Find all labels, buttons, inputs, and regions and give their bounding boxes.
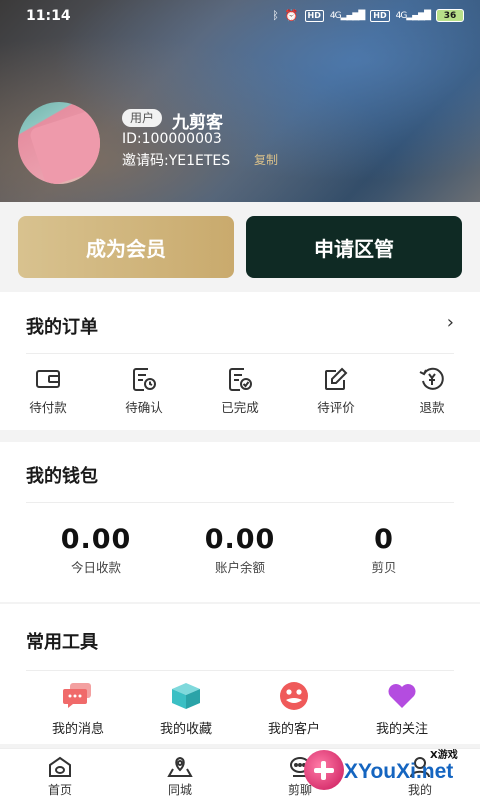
- customer-icon: [280, 682, 308, 710]
- user-id: ID:100000003: [122, 131, 222, 147]
- pending-confirm-icon: [133, 368, 156, 391]
- heart-icon: [388, 684, 416, 708]
- wallet-today-income[interactable]: 0.00 今日收款: [16, 524, 176, 576]
- orders-title: 我的订单: [26, 317, 98, 338]
- tool-label: 我的关注: [375, 722, 428, 737]
- wallet-jianbei[interactable]: 0 剪贝: [304, 524, 464, 576]
- wallet-label: 账户余额: [214, 560, 265, 575]
- status-time: 11:14: [26, 8, 71, 24]
- watermark-logo: X游戏 XYouXi.net: [304, 746, 474, 800]
- copy-invite-button[interactable]: 复制: [254, 151, 278, 168]
- box-icon: [172, 683, 200, 709]
- location-icon: [167, 756, 193, 777]
- wallet-title: 我的钱包: [26, 466, 98, 487]
- watermark-small-text: X游戏: [430, 750, 458, 761]
- tool-label: 我的客户: [267, 722, 320, 737]
- battery-icon: 36: [436, 9, 464, 22]
- tool-messages[interactable]: 我的消息: [18, 680, 138, 737]
- completed-icon: [229, 368, 252, 391]
- order-pending-review[interactable]: 待评价: [288, 365, 384, 416]
- review-icon: [325, 367, 348, 390]
- wallet-value: 0.00: [204, 524, 276, 555]
- wallet-card: 我的钱包 0.00 今日收款 0.00 账户余额 0 剪贝: [0, 442, 480, 602]
- refund-icon: [419, 367, 444, 390]
- apply-manager-button[interactable]: 申请区管: [246, 216, 462, 278]
- role-badge: 用户: [122, 109, 163, 127]
- order-label: 退款: [419, 400, 445, 415]
- tool-follows[interactable]: 我的关注: [342, 680, 462, 737]
- hd-icon-2: HD: [370, 9, 390, 22]
- profile-header: 11:14 ᛒ ⏰ HD 4G▂▄▆█ HD 4G▂▄▆█ 36 用户 九剪客 …: [0, 0, 480, 202]
- signal-icon: 4G▂▄▆█: [329, 10, 365, 21]
- order-label: 待评价: [317, 400, 355, 415]
- wallet-balance[interactable]: 0.00 账户余额: [160, 524, 320, 576]
- home-icon: [49, 756, 71, 777]
- divider: [26, 502, 454, 503]
- nav-label: 首页: [47, 783, 72, 797]
- orders-chevron-right-icon[interactable]: ›: [447, 312, 454, 333]
- avatar[interactable]: [18, 102, 100, 184]
- order-completed[interactable]: 已完成: [192, 365, 288, 416]
- invite-code: 邀请码:YE1ETES: [122, 153, 231, 169]
- status-bar: 11:14 ᛒ ⏰ HD 4G▂▄▆█ HD 4G▂▄▆█ 36: [0, 0, 480, 32]
- become-member-button[interactable]: 成为会员: [18, 216, 234, 278]
- tool-customers[interactable]: 我的客户: [234, 680, 354, 737]
- tool-favorites[interactable]: 我的收藏: [126, 680, 246, 737]
- divider: [26, 670, 454, 671]
- wallet-label: 今日收款: [70, 560, 121, 575]
- order-label: 待确认: [125, 400, 163, 415]
- bluetooth-icon: ᛒ: [272, 8, 279, 22]
- nav-local[interactable]: 同城: [132, 755, 228, 798]
- tool-label: 我的收藏: [159, 722, 212, 737]
- order-pending-confirm[interactable]: 待确认: [96, 365, 192, 416]
- order-label: 已完成: [221, 400, 259, 415]
- tools-card: 常用工具 我的消息 我的收藏 我的客户 我的关注: [0, 604, 480, 744]
- orders-card: 我的订单 › 待付款 待确认 已完成 待评价 退款: [0, 292, 480, 430]
- nav-home[interactable]: 首页: [12, 755, 108, 798]
- order-pending-payment[interactable]: 待付款: [0, 365, 96, 416]
- status-icons: ᛒ ⏰ HD 4G▂▄▆█ HD 4G▂▄▆█ 36: [272, 9, 464, 22]
- wallet-label: 剪贝: [371, 560, 397, 575]
- wallet-value: 0.00: [60, 524, 132, 555]
- wallet-value: 0: [374, 524, 394, 555]
- alarm-icon: ⏰: [284, 8, 299, 22]
- username: 九剪客: [172, 113, 223, 133]
- tool-label: 我的消息: [51, 722, 104, 737]
- tools-title: 常用工具: [26, 632, 98, 653]
- order-refund[interactable]: 退款: [384, 365, 480, 416]
- nav-label: 同城: [167, 783, 192, 797]
- order-label: 待付款: [29, 400, 67, 415]
- hd-icon: HD: [304, 9, 324, 22]
- gamepad-icon: [304, 750, 344, 790]
- divider: [26, 353, 454, 354]
- signal-icon-2: 4G▂▄▆█: [395, 10, 431, 21]
- message-icon: [63, 683, 91, 708]
- watermark-text: XYouXi.net: [344, 760, 454, 783]
- wallet-icon: [36, 370, 60, 388]
